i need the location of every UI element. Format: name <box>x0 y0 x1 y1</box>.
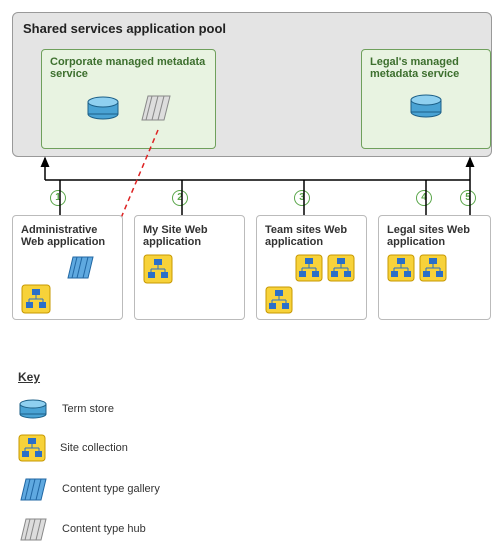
connection-2: 2 <box>172 190 188 206</box>
site-collection-icon <box>265 286 293 314</box>
connection-1: 1 <box>50 190 66 206</box>
site-collection-icon <box>327 254 355 282</box>
mysite-web-app: My Site Web application <box>134 215 245 320</box>
team-sites-web-app: Team sites Web application <box>256 215 367 320</box>
legal-sites-web-app: Legal sites Web application <box>378 215 491 320</box>
site-collection-icon <box>21 284 51 314</box>
content-type-gallery-icon <box>65 254 95 280</box>
site-collection-icon <box>295 254 323 282</box>
content-type-hub-icon <box>138 92 172 122</box>
pool-title: Shared services application pool <box>23 21 481 36</box>
legend-label: Site collection <box>60 442 128 454</box>
legend-label: Content type gallery <box>62 483 160 495</box>
app-title: Administrative Web application <box>21 224 114 248</box>
app-title: Team sites Web application <box>265 224 358 248</box>
connection-3: 3 <box>294 190 310 206</box>
legal-service-box: Legal's managed metadata service <box>361 49 491 149</box>
site-collection-icon <box>143 254 173 284</box>
site-collection-icon <box>419 254 447 282</box>
app-title: Legal sites Web application <box>387 224 482 248</box>
legend-label: Term store <box>62 403 114 415</box>
site-collection-icon <box>387 254 415 282</box>
shared-services-pool: Shared services application pool Corpora… <box>12 12 492 157</box>
admin-web-app: Administrative Web application <box>12 215 123 320</box>
corporate-service-title: Corporate managed metadata service <box>50 56 207 80</box>
legend-label: Content type hub <box>62 523 146 535</box>
content-type-hub-icon <box>18 516 48 542</box>
legend-title: Key <box>18 370 160 384</box>
connection-4: 4 <box>416 190 432 206</box>
term-store-icon <box>409 92 443 118</box>
legal-service-title: Legal's managed metadata service <box>370 56 482 80</box>
content-type-gallery-icon <box>18 476 48 502</box>
connection-5: 5 <box>460 190 476 206</box>
corporate-service-box: Corporate managed metadata service <box>41 49 216 149</box>
site-collection-icon <box>18 434 46 462</box>
term-store-icon <box>18 398 48 420</box>
legend: Key Term store Site collection Content t… <box>18 370 160 556</box>
app-title: My Site Web application <box>143 224 236 248</box>
term-store-icon <box>86 94 120 120</box>
